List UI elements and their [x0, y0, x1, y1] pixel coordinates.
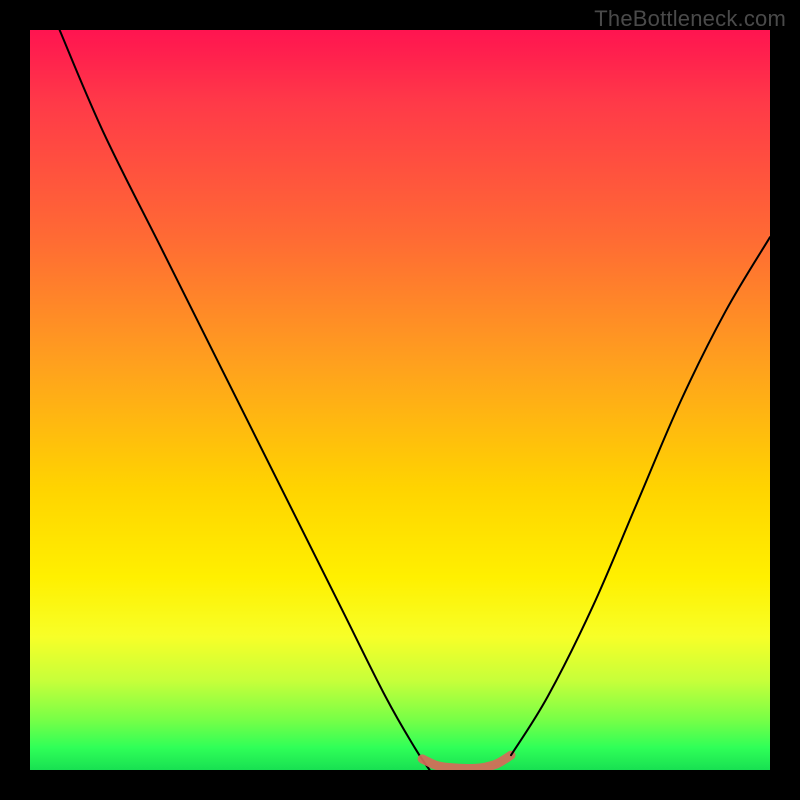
series-group — [60, 30, 770, 770]
series-right-curve — [511, 237, 770, 755]
watermark-text: TheBottleneck.com — [594, 6, 786, 32]
series-valley-floor — [422, 755, 511, 768]
chart-svg — [30, 30, 770, 770]
chart-frame: TheBottleneck.com — [0, 0, 800, 800]
plot-area — [30, 30, 770, 770]
series-left-curve — [60, 30, 430, 770]
